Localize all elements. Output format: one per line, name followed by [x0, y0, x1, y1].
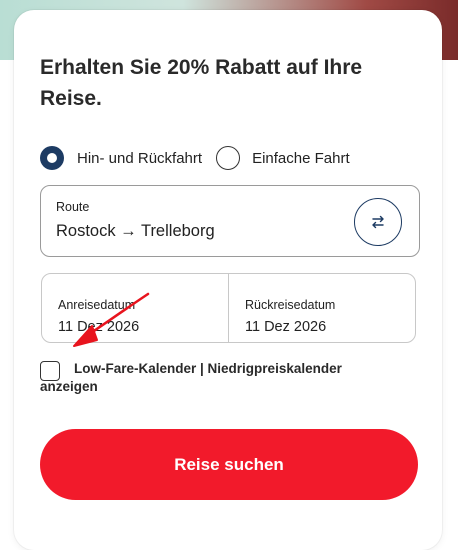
booking-card: Erhalten Sie 20% Rabatt auf Ihre Reise. … [14, 10, 442, 550]
return-date-field[interactable]: Rückreisedatum 11 Dez 2026 [228, 274, 415, 342]
date-picker: Anreisedatum 11 Dez 2026 Rückreisedatum … [41, 273, 416, 343]
swap-arrows-icon [372, 215, 384, 229]
return-date-value: 11 Dez 2026 [245, 319, 327, 335]
route-label: Route [56, 200, 90, 214]
radio-selected-dot [47, 153, 57, 163]
low-fare-calendar-option: Low-Fare-Kalender | Niedrigpreiskalender… [40, 360, 380, 396]
outbound-date-value: 11 Dez 2026 [58, 319, 140, 335]
radio-round-trip[interactable] [40, 146, 64, 170]
trip-type-group: Hin- und Rückfahrt Einfache Fahrt [40, 146, 350, 170]
swap-route-button[interactable] [354, 198, 402, 246]
radio-one-way-label[interactable]: Einfache Fahrt [252, 150, 350, 167]
low-fare-checkbox-label[interactable]: Low-Fare-Kalender | Niedrigpreiskalender… [40, 360, 380, 396]
radio-one-way[interactable] [216, 146, 241, 170]
card-title: Erhalten Sie 20% Rabatt auf Ihre Reise. [40, 56, 363, 110]
radio-round-trip-label[interactable]: Hin- und Rückfahrt [77, 150, 202, 167]
return-date-label: Rückreisedatum [245, 298, 336, 312]
outbound-date-field[interactable]: Anreisedatum 11 Dez 2026 [42, 274, 228, 342]
low-fare-checkbox[interactable] [40, 361, 60, 381]
route-value: Rostock → Trelleborg [56, 222, 215, 240]
outbound-date-label: Anreisedatum [58, 298, 136, 312]
route-field[interactable]: Route Rostock → Trelleborg [40, 185, 420, 257]
search-trip-button[interactable]: Reise suchen [40, 429, 418, 500]
